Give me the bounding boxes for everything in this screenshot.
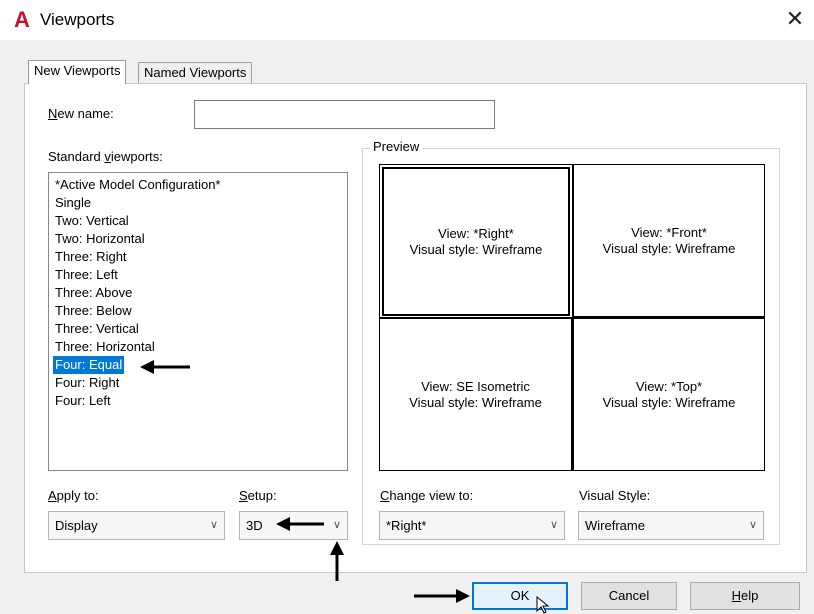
list-item[interactable]: Two: Vertical: [53, 212, 131, 230]
list-item-selected[interactable]: Four: Equal: [53, 356, 125, 374]
preview-title: Preview: [370, 139, 423, 155]
apply-to-value: Display: [55, 518, 98, 533]
apply-to-label: Apply to:: [48, 488, 99, 503]
close-icon[interactable]: ✕: [783, 8, 807, 32]
visual-style-label: Visual Style:: [579, 488, 651, 503]
list-item[interactable]: Three: Right: [53, 248, 129, 266]
viewport-style-label: Visual style: Wireframe: [602, 240, 736, 256]
title-bar: [0, 0, 814, 40]
change-view-to-value: *Right*: [386, 518, 427, 533]
chevron-down-icon: ∨: [549, 519, 558, 531]
viewport-bottom-right[interactable]: View: *Top* Visual style: Wireframe: [572, 317, 764, 470]
mouse-cursor-icon: [536, 596, 550, 614]
annotation-arrow-left-icon: [140, 360, 190, 374]
viewport-top-left[interactable]: View: *Right* Visual style: Wireframe: [382, 167, 570, 316]
list-item[interactable]: Three: Horizontal: [53, 338, 157, 356]
autocad-logo-icon: A: [14, 7, 30, 32]
setup-label: Setup:: [239, 488, 277, 503]
change-view-to-select[interactable]: *Right* ∨: [379, 511, 565, 540]
list-item[interactable]: Two: Horizontal: [53, 230, 147, 248]
viewport-bottom-left[interactable]: View: SE Isometric Visual style: Wirefra…: [380, 317, 572, 470]
change-view-to-label: Change view to:: [380, 488, 474, 503]
list-item[interactable]: Three: Left: [53, 266, 120, 284]
chevron-down-icon: ∨: [748, 519, 757, 531]
viewport-view-label: View: *Front*: [631, 224, 707, 240]
viewport-style-label: Visual style: Wireframe: [602, 394, 736, 410]
help-button[interactable]: Help: [690, 582, 800, 610]
visual-style-value: Wireframe: [585, 518, 645, 533]
list-item[interactable]: Single: [53, 194, 93, 212]
preview-area: View: *Right* Visual style: Wireframe Vi…: [379, 164, 765, 471]
list-item[interactable]: Four: Left: [53, 392, 113, 410]
window-title: Viewports: [40, 10, 115, 29]
viewport-top-right[interactable]: View: *Front* Visual style: Wireframe: [572, 165, 764, 317]
new-name-label: New name:: [48, 106, 114, 121]
viewport-view-label: View: SE Isometric: [421, 378, 530, 394]
ok-button[interactable]: OK: [472, 582, 568, 610]
chevron-down-icon: ∨: [209, 519, 218, 531]
visual-style-select[interactable]: Wireframe ∨: [578, 511, 764, 540]
list-item[interactable]: Three: Vertical: [53, 320, 141, 338]
new-name-field[interactable]: [194, 100, 495, 129]
list-item[interactable]: Four: Right: [53, 374, 121, 392]
standard-viewports-list[interactable]: *Active Model Configuration* Single Two:…: [48, 172, 348, 471]
list-item[interactable]: *Active Model Configuration*: [53, 176, 222, 194]
standard-viewports-label: Standard viewports:: [48, 149, 163, 164]
annotation-arrow-up-icon: [330, 541, 344, 581]
annotation-arrow-right-icon: [414, 589, 470, 603]
viewport-view-label: View: *Right*: [438, 225, 514, 241]
viewport-view-label: View: *Top*: [635, 378, 703, 394]
viewport-style-label: Visual style: Wireframe: [409, 394, 542, 410]
apply-to-select[interactable]: Display ∨: [48, 511, 225, 540]
viewport-style-label: Visual style: Wireframe: [409, 241, 543, 257]
list-item[interactable]: Three: Above: [53, 284, 134, 302]
setup-value: 3D: [246, 518, 263, 533]
tab-new-viewports[interactable]: New Viewports: [28, 60, 127, 84]
cancel-button[interactable]: Cancel: [581, 582, 677, 610]
annotation-arrow-left-icon: [276, 517, 324, 531]
list-item[interactable]: Three: Below: [53, 302, 134, 320]
tab-named-viewports[interactable]: Named Viewports: [138, 62, 253, 83]
chevron-down-icon: ∨: [332, 519, 341, 531]
